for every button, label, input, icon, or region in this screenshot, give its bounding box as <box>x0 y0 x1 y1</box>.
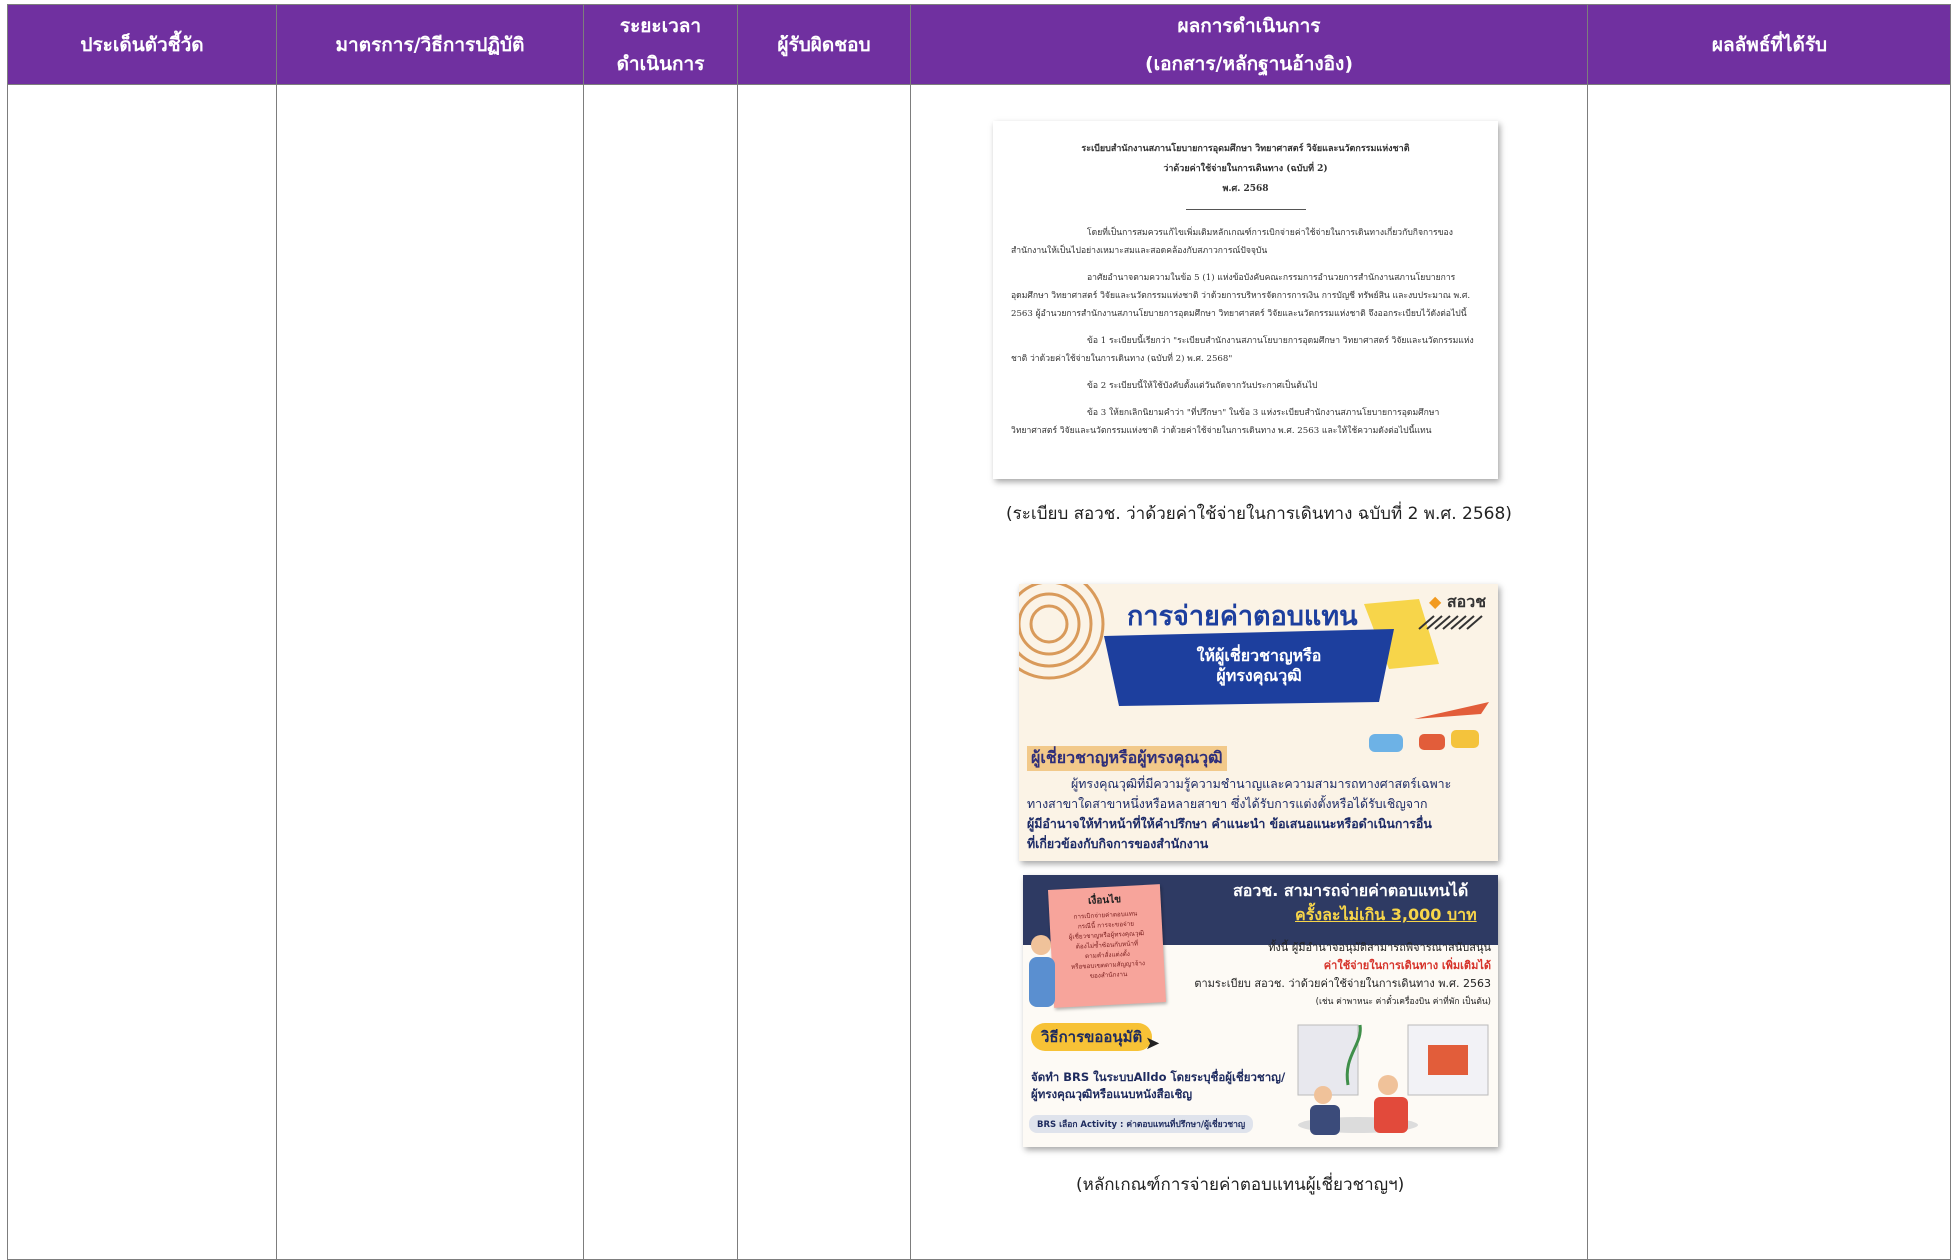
regulation-document-image: ระเบียบสำนักงานสภานโยบายการอุดมศึกษา วิท… <box>993 121 1498 479</box>
logo-icon: ◆ <box>1429 592 1442 611</box>
header-duration: ระยะเวลา ดำเนินการ <box>616 14 705 75</box>
office-illustration <box>1297 1024 1489 1135</box>
logo: ◆ สอวช <box>1429 592 1487 611</box>
condition-note: เงื่อนไข การเบิกจ่ายค่าตอบแทน กรณีนี้ กา… <box>1047 884 1167 1008</box>
column-divider <box>1587 5 1588 1259</box>
header-indicator: ประเด็นตัวชี้วัด <box>80 33 204 56</box>
person-icon <box>1029 935 1055 1007</box>
caption-compensation: (หลักเกณฑ์การจ่ายค่าตอบแทนผู้เชี่ยวชาญฯ) <box>1076 1175 1405 1195</box>
results-table: ประเด็นตัวชี้วัด มาตรการ/วิธีการปฏิบัติ … <box>7 4 1951 1260</box>
column-divider <box>737 5 738 1259</box>
caption-regulation: (ระเบียบ สอวช. ว่าด้วยค่าใช้จ่ายในการเดิ… <box>1006 504 1512 524</box>
column-divider <box>910 5 911 1259</box>
banner: ให้ผู้เชี่ยวชาญหรือ ผู้ทรงคุณวุฒิ <box>1196 646 1322 685</box>
header-divider <box>8 84 1950 85</box>
header-outcomes: ผลลัพธ์ที่ได้รับ <box>1711 33 1828 56</box>
column-divider <box>276 5 277 1259</box>
cursor-icon: ➤ <box>1145 1033 1161 1054</box>
infographic-approval: เงื่อนไข การเบิกจ่ายค่าตอบแทน กรณีนี้ กา… <box>1023 875 1498 1147</box>
header-measures: มาตรการ/วิธีการปฏิบัติ <box>335 33 525 56</box>
definition-text: ผู้ทรงคุณวุฒิที่มีความรู้ความชำนาญและควา… <box>1027 776 1452 851</box>
detail-text: ทั้งนี้ ผู้มีอำนาจอนุมัติสามารถพิจารณาสน… <box>1194 941 1491 1007</box>
method-text: จัดทำ BRS ในระบบAlldo โดยระบุชื่อผู้เชี่… <box>1031 1070 1286 1101</box>
header-results: ผลการดำเนินการ (เอกสาร/หลักฐานอ้างอิง) <box>1144 14 1354 75</box>
infographic-compensation: การจ่ายค่าตอบแทน ◆ สอวช ให้ผู้เชี่ยวชาญห… <box>1019 584 1498 861</box>
header-responsible: ผู้รับผิดชอบ <box>777 33 871 56</box>
column-divider <box>583 5 584 1259</box>
divider <box>1185 209 1306 210</box>
